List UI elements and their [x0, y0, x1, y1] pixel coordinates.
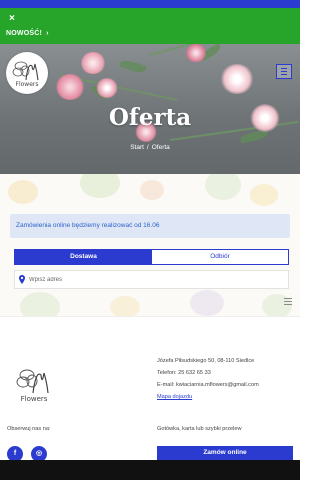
section-divider — [0, 316, 300, 317]
address-field — [14, 270, 289, 289]
address-input[interactable] — [29, 274, 279, 286]
news-label-text: NOWOŚĆ! — [6, 30, 43, 37]
top-accent-strip — [0, 0, 300, 8]
hamburger-menu-button[interactable] — [276, 64, 292, 79]
delivery-method-tabs: Dostawa Odbiór — [14, 249, 289, 265]
online-orders-notice: Zamówienia online będziemy realizować od… — [10, 214, 290, 238]
contact-address: Józefa Piłsudskiego 50, 08-110 Siedlce — [157, 358, 255, 364]
tab-pickup[interactable]: Odbiór — [152, 250, 288, 264]
tab-delivery[interactable]: Dostawa — [15, 250, 152, 264]
content-background — [0, 174, 300, 316]
breadcrumb-current: Oferta — [151, 144, 170, 151]
page-title: Oferta — [108, 104, 192, 131]
follow-us-label: Obserwuj nas na: — [7, 426, 51, 432]
chevron-right-icon: › — [46, 30, 49, 37]
breadcrumb-separator: / — [146, 144, 149, 151]
contact-info: Józefa Piłsudskiego 50, 08-110 Siedlce T… — [157, 355, 259, 403]
news-label[interactable]: NOWOŚĆ! › — [6, 30, 49, 37]
contact-email: E-mail: kwiaciarnia.mflowers@gmail.com — [157, 382, 259, 388]
contact-phone: Telefon: 25 632 65 33 — [157, 370, 211, 376]
news-banner[interactable]: × NOWOŚĆ! › — [0, 8, 300, 44]
bottom-bar — [0, 460, 300, 480]
footer-logo-text: Flowers — [20, 395, 48, 403]
payment-methods-text: Gotówka, karta lub szybki przelew — [157, 426, 242, 432]
notice-text: Zamówienia online będziemy realizować od… — [16, 222, 160, 229]
close-icon[interactable]: × — [9, 14, 15, 24]
site-logo[interactable]: Flowers — [6, 52, 48, 94]
breadcrumb: Start / Oferta — [0, 144, 300, 151]
footer-logo: Flowers — [8, 358, 60, 410]
map-link[interactable]: Mapa dojazdu — [157, 391, 259, 403]
order-online-button[interactable]: Zamów online — [157, 446, 293, 460]
list-view-icon[interactable] — [284, 298, 292, 305]
location-pin-icon — [19, 275, 25, 284]
breadcrumb-home-link[interactable]: Start — [130, 144, 144, 151]
logo-brand-text: Flowers — [15, 81, 39, 88]
